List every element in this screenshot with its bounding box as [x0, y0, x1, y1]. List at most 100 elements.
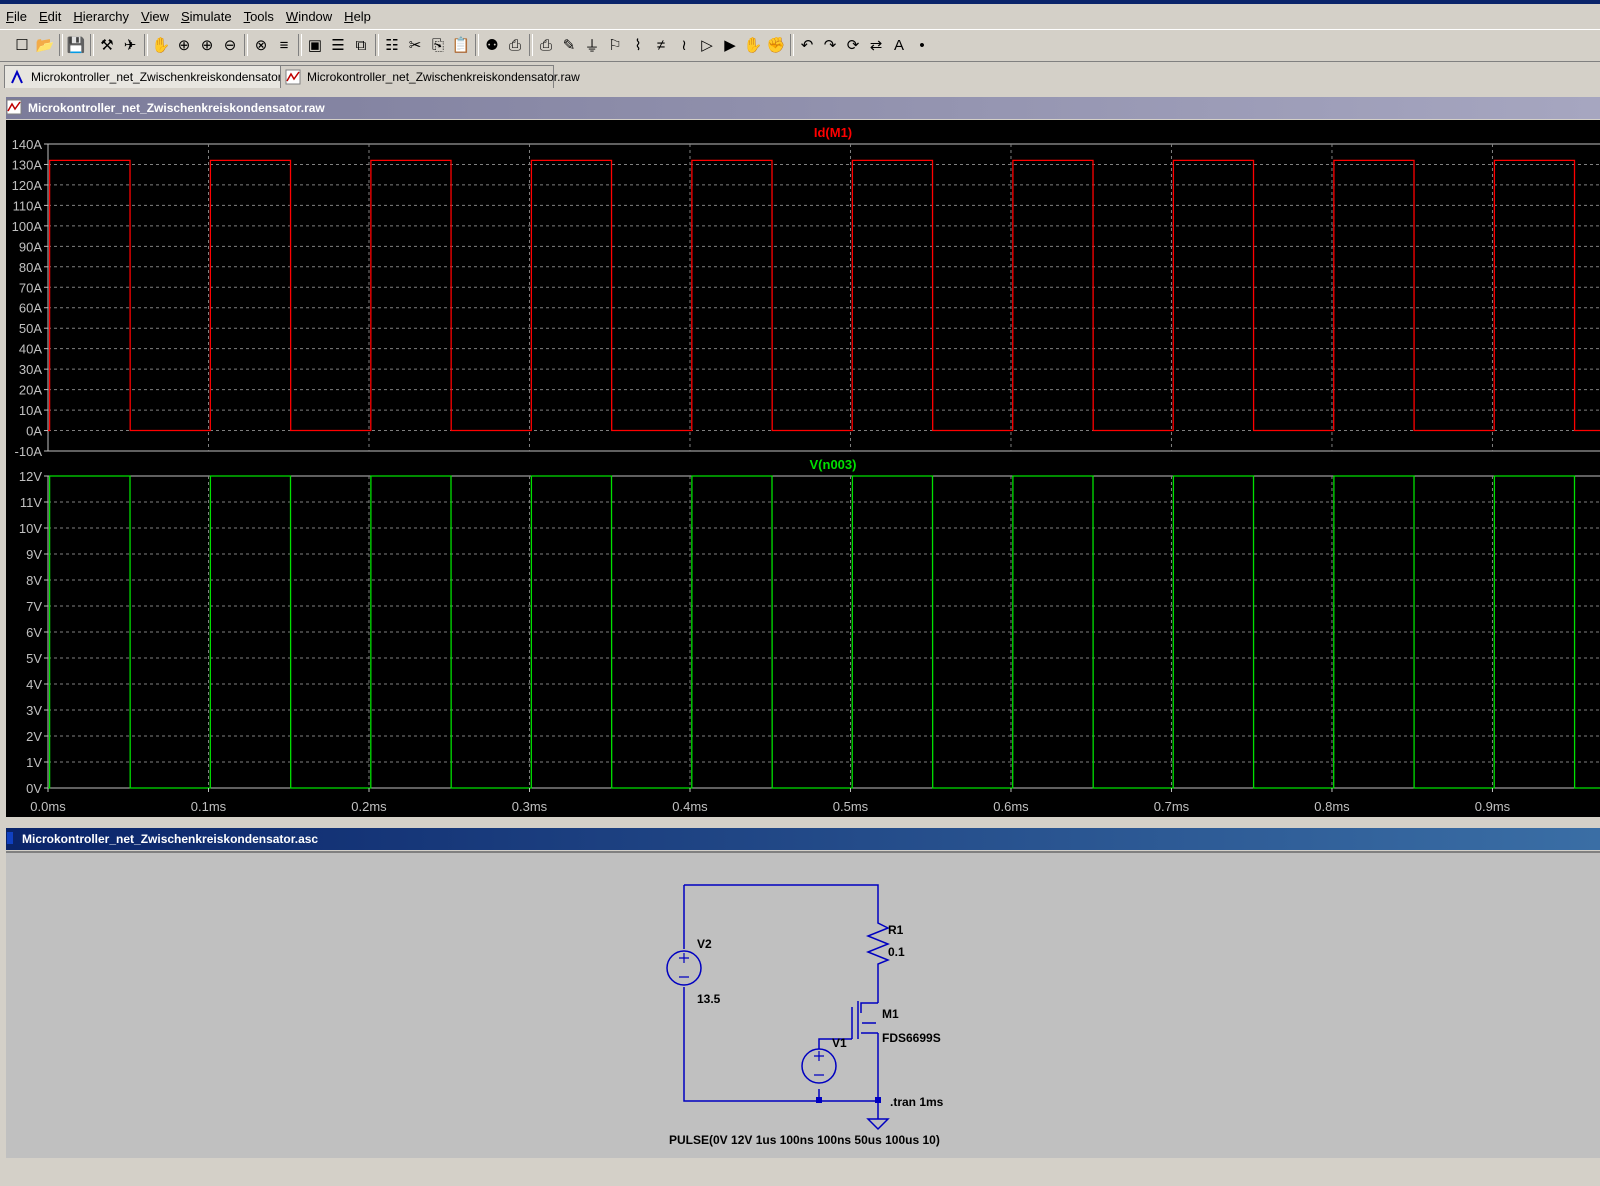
- schematic-canvas[interactable]: V2 13.5 R1 0.1 M1 FDS6699S V1 .tran 1ms …: [6, 851, 1600, 1159]
- x-tick-label: 0.1ms: [191, 799, 227, 814]
- move-icon[interactable]: ✋: [743, 35, 763, 55]
- y-tick-label: 10V: [19, 521, 42, 536]
- capacitor-icon[interactable]: ≠: [651, 35, 671, 55]
- x-tick-label: 0.3ms: [512, 799, 548, 814]
- waveform-icon: [285, 69, 301, 85]
- mirror-icon[interactable]: ⇄: [866, 35, 886, 55]
- waveform-window-title: Microkontroller_net_Zwischenkreiskondens…: [6, 98, 325, 118]
- schematic-icon: [6, 830, 16, 849]
- y-tick-label: 30A: [19, 362, 42, 377]
- ground-icon[interactable]: ⏚: [582, 35, 602, 55]
- menu-tools[interactable]: Tools: [238, 9, 280, 24]
- y-tick-label: 120A: [12, 178, 43, 193]
- tab-waveform[interactable]: Microkontroller_net_Zwischenkreiskondens…: [280, 65, 580, 88]
- copy-icon[interactable]: ⎘: [428, 35, 448, 55]
- tile-vertical-icon[interactable]: ☷: [382, 35, 402, 55]
- r1-label: R1: [888, 923, 904, 937]
- menu-edit[interactable]: Edit: [33, 9, 67, 24]
- m1-label: M1: [882, 1007, 899, 1021]
- waveform-window-titlebar: Microkontroller_net_Zwischenkreiskondens…: [6, 97, 1600, 119]
- waveform-icon: [6, 99, 22, 118]
- toolbar-separator: [375, 34, 379, 56]
- menu-window[interactable]: Window: [280, 9, 338, 24]
- wire: [860, 1002, 878, 1013]
- toolbar-separator: [529, 34, 533, 56]
- waveform-svg: Id(M1) 140A 130A 120A 110A 100A 90A 80A 70A 60A 50…: [12, 125, 1600, 814]
- print-preview-icon[interactable]: ⎙: [505, 35, 525, 55]
- x-tick-label: 0.5ms: [833, 799, 869, 814]
- x-tick-label: 0.2ms: [351, 799, 387, 814]
- y-tick-label: 9V: [26, 547, 42, 562]
- halt-icon[interactable]: ✋: [151, 35, 171, 55]
- y-tick-label: 4V: [26, 677, 42, 692]
- zoom-in-icon[interactable]: ⊕: [174, 35, 194, 55]
- y-tick-label: 130A: [12, 157, 43, 172]
- v2-value: 13.5: [697, 992, 721, 1006]
- zoom-pan-icon[interactable]: ⊕: [197, 35, 217, 55]
- menu-bar: File Edit Hierarchy View Simulate Tools …: [0, 4, 1600, 28]
- text-icon[interactable]: A: [889, 35, 909, 55]
- menu-file[interactable]: File: [0, 9, 33, 24]
- diode-icon[interactable]: ▷: [697, 35, 717, 55]
- junction-dot: [816, 1097, 822, 1103]
- label-net-icon[interactable]: ⚐: [605, 35, 625, 55]
- redo-icon[interactable]: ↷: [820, 35, 840, 55]
- y-tick-label: -10A: [15, 444, 43, 459]
- y-tick-label: 20A: [19, 383, 42, 398]
- inductor-icon[interactable]: ≀: [674, 35, 694, 55]
- new-schematic-icon[interactable]: ☐: [12, 35, 32, 55]
- cascade-icon[interactable]: ⧉: [351, 35, 371, 55]
- x-tick-label: 0.4ms: [672, 799, 708, 814]
- y-tick-label: 5V: [26, 651, 42, 666]
- print-icon[interactable]: ⎙: [536, 35, 556, 55]
- find-icon[interactable]: ⚉: [482, 35, 502, 55]
- autorange-icon[interactable]: ≡: [274, 35, 294, 55]
- menu-hierarchy[interactable]: Hierarchy: [67, 9, 135, 24]
- save-icon[interactable]: 💾: [66, 35, 86, 55]
- resistor-r1[interactable]: [865, 919, 891, 1003]
- schematic-icon: [9, 69, 25, 85]
- undo-icon[interactable]: ↶: [797, 35, 817, 55]
- wire: [684, 884, 879, 919]
- resistor-icon[interactable]: ⌇: [628, 35, 648, 55]
- tab-label: Microkontroller_net_Zwischenkreiskondens…: [31, 70, 304, 84]
- ground-symbol: [866, 1118, 890, 1131]
- control-panel-icon[interactable]: ⚒: [97, 35, 117, 55]
- zoom-cancel-icon[interactable]: ⊗: [251, 35, 271, 55]
- zoom-out-icon[interactable]: ⊖: [220, 35, 240, 55]
- run-icon[interactable]: ✈: [120, 35, 140, 55]
- spice-directive-icon[interactable]: •: [912, 35, 932, 55]
- pane-splitter[interactable]: [0, 817, 1600, 827]
- trace-title: Id(M1): [814, 125, 852, 140]
- x-tick-label: 0.7ms: [1154, 799, 1190, 814]
- menu-help[interactable]: Help: [338, 9, 377, 24]
- y-tick-label: 7V: [26, 599, 42, 614]
- tab-schematic[interactable]: Microkontroller_net_Zwischenkreiskondens…: [4, 65, 303, 88]
- y-tick-label: 40A: [19, 342, 42, 357]
- drag-icon[interactable]: ✊: [766, 35, 786, 55]
- waveform-plot-area[interactable]: Id(M1) 140A 130A 120A 110A 100A 90A 80A 70A 60A 50…: [6, 120, 1600, 817]
- tran-directive: .tran 1ms: [890, 1095, 944, 1109]
- open-icon[interactable]: 📂: [35, 35, 55, 55]
- toolbar: ☐ 📂 💾 ⚒ ✈ ✋ ⊕ ⊕ ⊖ ⊗ ≡ ▣ ☰ ⧉ ☷ ✂ ⎘ 📋 ⚉ ⎙ ⎙ ✎ ⏚ ⚐ ⌇ ≠ ≀ ▷ ▶ ✋ ✊ ↶ ↷ ⟳ ⇄ A •: [0, 29, 1600, 62]
- y-tick-label: 100A: [12, 219, 43, 234]
- menu-view[interactable]: View: [135, 9, 175, 24]
- y-tick-label: 6V: [26, 625, 42, 640]
- y-tick-label: 60A: [19, 301, 42, 316]
- y-tick-label: 140A: [12, 137, 43, 152]
- tile-horizontal-icon[interactable]: ☰: [328, 35, 348, 55]
- paste-icon[interactable]: 📋: [451, 35, 471, 55]
- component-icon[interactable]: ▶: [720, 35, 740, 55]
- toolbar-separator: [244, 34, 248, 56]
- y-tick-label: 8V: [26, 573, 42, 588]
- fit-icon[interactable]: ▣: [305, 35, 325, 55]
- y-tick-label: 90A: [19, 239, 42, 254]
- document-tabs: Microkontroller_net_Zwischenkreiskondens…: [0, 63, 1600, 89]
- menu-simulate[interactable]: Simulate: [175, 9, 238, 24]
- toolbar-separator: [90, 34, 94, 56]
- rotate-icon[interactable]: ⟳: [843, 35, 863, 55]
- m1-model: FDS6699S: [882, 1031, 941, 1045]
- y-tick-label: 11V: [20, 495, 42, 510]
- draw-wire-icon[interactable]: ✎: [559, 35, 579, 55]
- cut-icon[interactable]: ✂: [405, 35, 425, 55]
